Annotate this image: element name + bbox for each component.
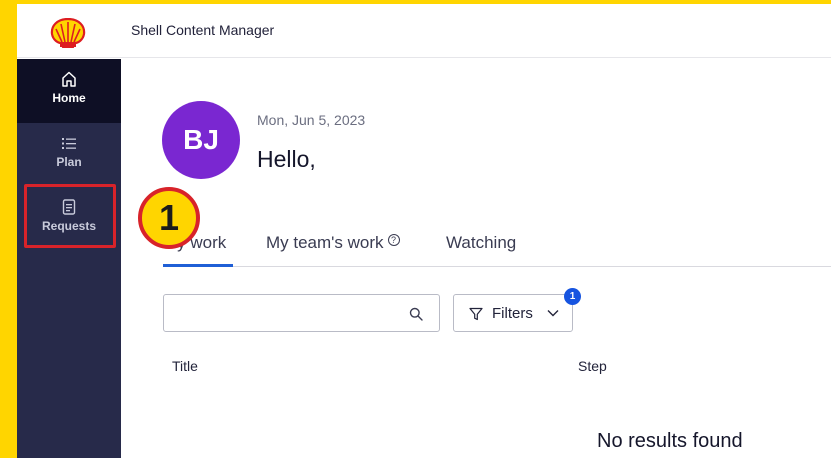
avatar[interactable]: BJ (162, 101, 240, 179)
column-header-title[interactable]: Title (172, 358, 198, 374)
filters-label: Filters (492, 305, 533, 322)
app-title: Shell Content Manager (131, 22, 275, 38)
home-icon (62, 71, 76, 87)
search-input[interactable] (172, 303, 392, 323)
shell-logo-icon[interactable] (50, 18, 86, 48)
tutorial-highlight-box (24, 184, 116, 248)
tab-label: Watching (446, 233, 517, 252)
funnel-icon (469, 307, 483, 321)
sidebar-item-label: Home (52, 91, 86, 105)
filter-count-badge: 1 (564, 288, 581, 305)
sidebar: Home Plan Requests (17, 59, 121, 458)
filters-button[interactable]: Filters (453, 294, 573, 332)
search-icon[interactable] (409, 307, 423, 321)
tab-my-teams-work[interactable]: My team's work? (266, 230, 400, 267)
top-bar: Shell Content Manager (17, 4, 831, 58)
tab-label: My team's work (266, 233, 384, 252)
current-date: Mon, Jun 5, 2023 (257, 112, 366, 128)
app-window: Shell Content Manager Home Plan Requests… (17, 4, 831, 458)
list-icon (62, 138, 76, 149)
sidebar-item-label: Plan (56, 155, 82, 169)
sidebar-item-plan[interactable]: Plan (17, 123, 121, 187)
empty-state-message: No results found (597, 430, 743, 452)
work-tabs: My work My team's work? Watching (163, 230, 831, 267)
search-field[interactable] (163, 294, 440, 332)
sidebar-item-home[interactable]: Home (17, 59, 121, 123)
column-header-step[interactable]: Step (578, 358, 607, 374)
chevron-down-icon (547, 310, 559, 317)
greeting-heading: Hello, (257, 146, 316, 172)
help-circle-icon[interactable]: ? (387, 234, 400, 246)
tab-watching[interactable]: Watching (446, 230, 516, 267)
tutorial-step-badge: 1 (138, 187, 200, 249)
